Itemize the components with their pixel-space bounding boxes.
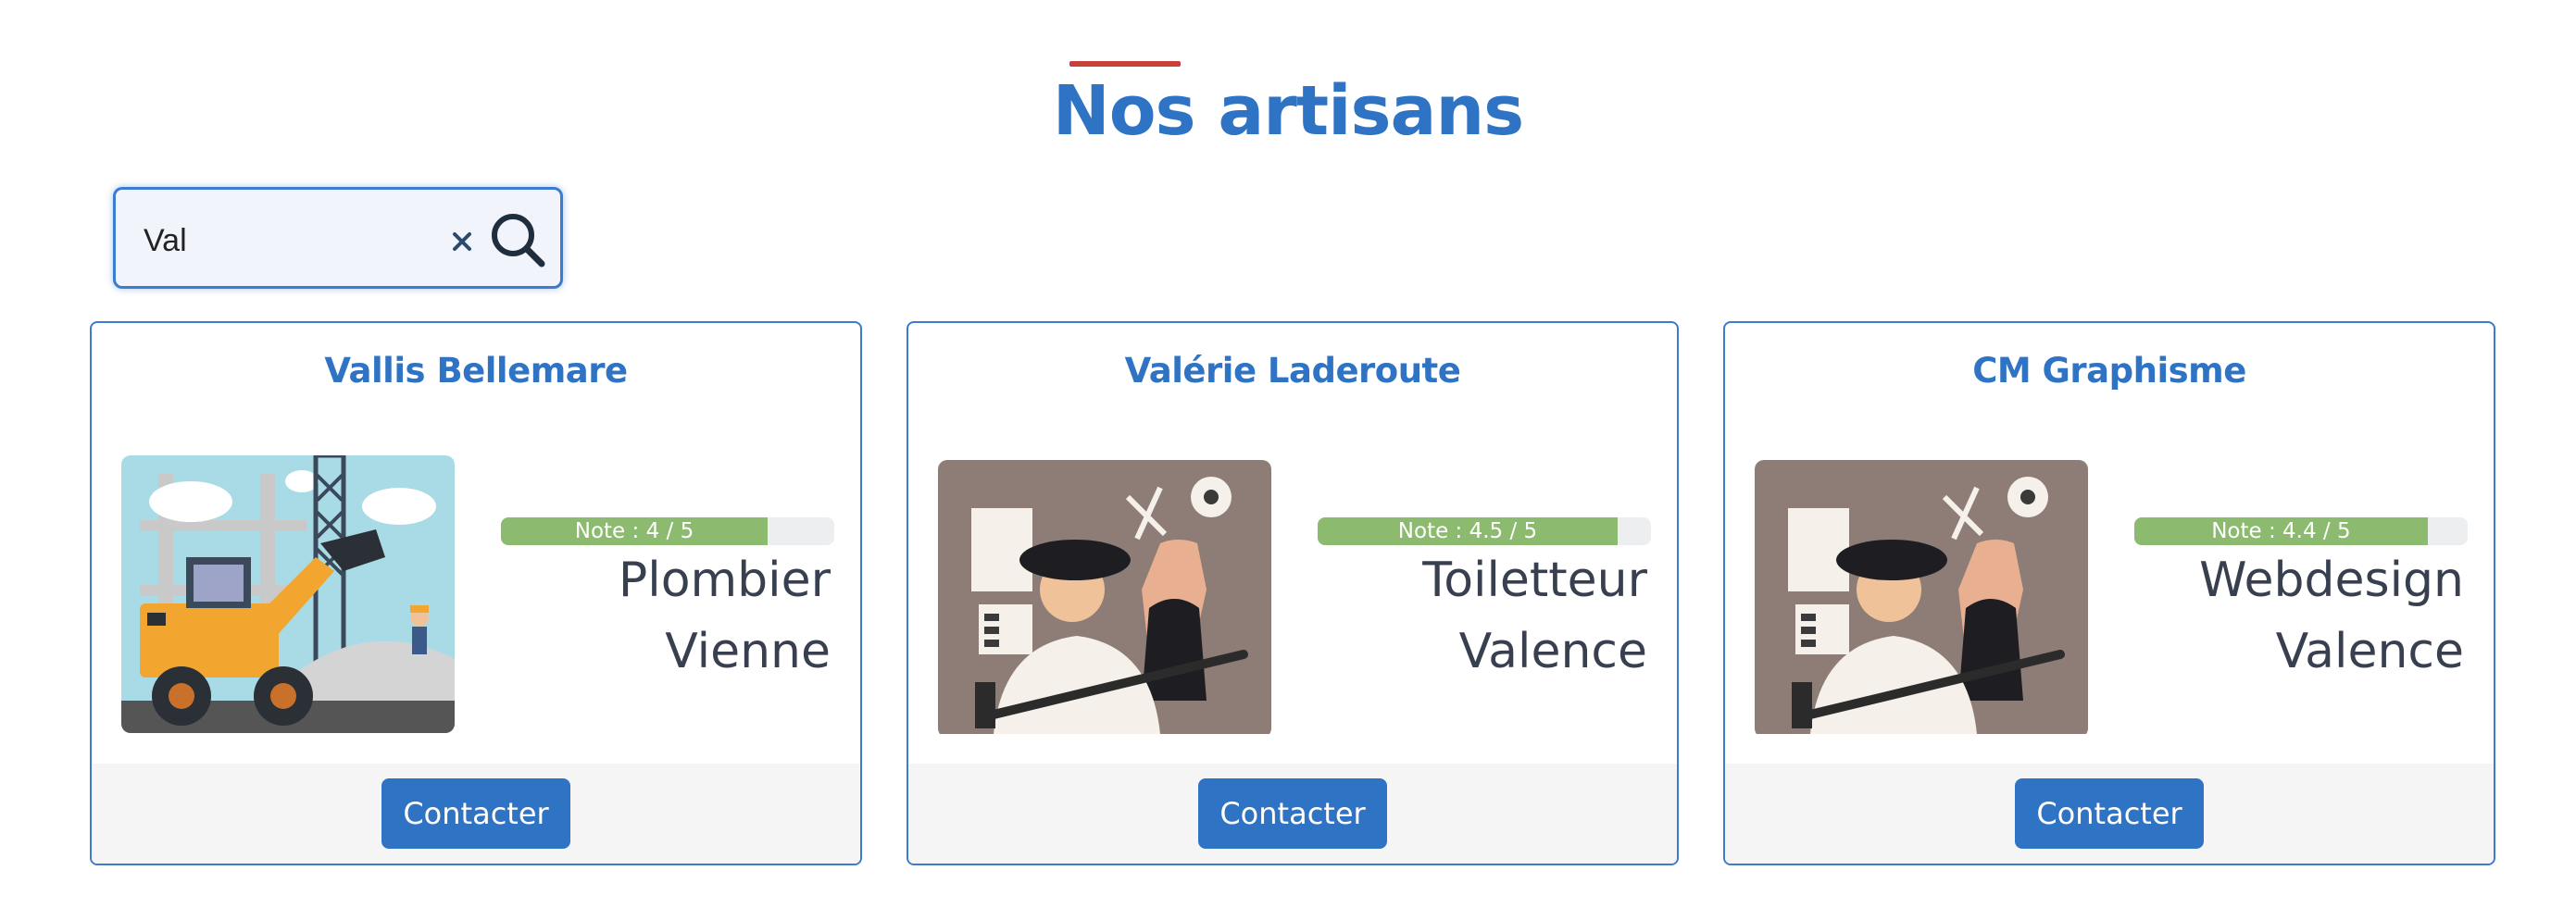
artisan-job: Plombier (618, 553, 831, 608)
clear-icon[interactable] (442, 221, 482, 262)
contact-button[interactable]: Contacter (381, 778, 570, 849)
page-title: Nos artisans (1052, 71, 1524, 151)
contact-button[interactable]: Contacter (1198, 778, 1387, 849)
rating-bar: Note : 4 / 5 (501, 517, 834, 545)
card-footer: Contacter (92, 764, 860, 864)
artisan-job: Toiletteur (1422, 553, 1647, 608)
artisan-card: Valérie Laderoute Note : 4.5 / 5 Toilett… (907, 321, 1679, 865)
search-icon[interactable] (486, 208, 551, 273)
construction-loader-illustration (121, 455, 455, 733)
card-footer: Contacter (1725, 764, 2494, 864)
contact-button[interactable]: Contacter (2015, 778, 2204, 849)
search-box[interactable] (113, 187, 563, 289)
artisan-name: Valérie Laderoute (1124, 351, 1461, 391)
artisan-card: CM Graphisme Note : 4.4 / 5 Webdesign Va… (1723, 321, 2495, 865)
artisan-city: Valence (2275, 624, 2464, 679)
rating-label: Note : 4.5 / 5 (1397, 519, 1538, 543)
artisan-name: CM Graphisme (1972, 351, 2246, 391)
rating-label: Note : 4.4 / 5 (2211, 519, 2351, 543)
artisan-city: Valence (1458, 624, 1647, 679)
rating-bar: Note : 4.5 / 5 (1318, 517, 1651, 545)
rating-bar: Note : 4.4 / 5 (2134, 517, 2468, 545)
tailor-illustration (1755, 460, 2088, 738)
artisan-city: Vienne (665, 624, 831, 679)
search-input[interactable] (144, 218, 421, 264)
rating-label: Note : 4 / 5 (574, 519, 694, 543)
artisan-card: Vallis Bellemare Note: 4 / 5 Plombier V… (90, 321, 862, 865)
artisan-job: Webdesign (2199, 553, 2464, 608)
tailor-illustration (938, 460, 1271, 738)
card-footer: Contacter (908, 764, 1677, 864)
artisan-name: Vallis Bellemare (324, 351, 628, 391)
